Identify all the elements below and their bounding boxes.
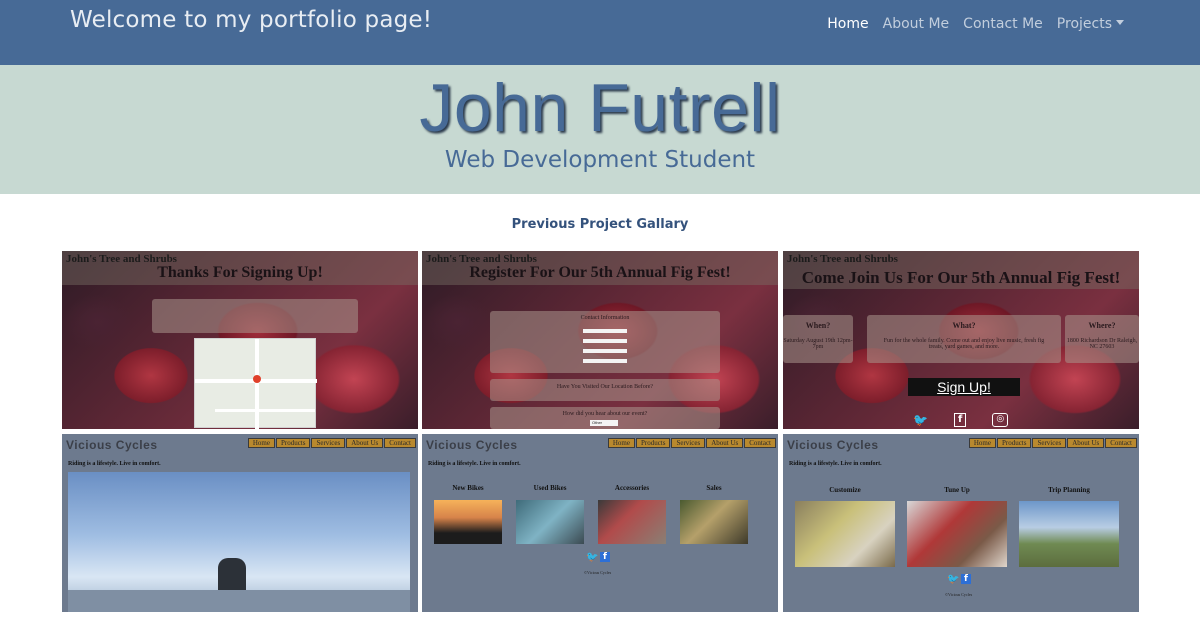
sales-image bbox=[680, 500, 748, 544]
trip-planning-image bbox=[1019, 501, 1119, 567]
cycles-nav: Home Products Services About Us Contact bbox=[968, 438, 1137, 448]
where-heading: Where? bbox=[1088, 321, 1116, 330]
when-heading: When? bbox=[805, 321, 831, 330]
map-pin-icon bbox=[253, 375, 261, 383]
cycles-nav-services[interactable]: Services bbox=[671, 438, 706, 448]
hero-photo-cyclist bbox=[68, 472, 410, 612]
phone-input[interactable] bbox=[583, 359, 627, 363]
project-tile-cycles-home[interactable]: Vicious Cycles Home Products Services Ab… bbox=[62, 434, 418, 612]
nav-projects-label: Projects bbox=[1056, 16, 1112, 32]
cycles-nav: Home Products Services About Us Contact bbox=[247, 438, 416, 448]
hero-subtitle: Web Development Student bbox=[444, 147, 756, 173]
cycles-logo: Vicious Cycles bbox=[426, 438, 518, 452]
col-trip-planning: Trip Planning bbox=[1048, 486, 1090, 494]
facebook-icon[interactable]: f bbox=[961, 574, 971, 584]
nav-link-home[interactable]: Home bbox=[827, 16, 868, 32]
mountain-range bbox=[68, 590, 410, 612]
cycles-footer: ©Vicious Cycles bbox=[584, 570, 612, 575]
nav-link-about-me[interactable]: About Me bbox=[883, 16, 950, 32]
used-bikes-image bbox=[516, 500, 584, 544]
cycles-logo: Vicious Cycles bbox=[787, 438, 879, 452]
col-sales: Sales bbox=[706, 484, 722, 492]
cycles-nav-about-us[interactable]: About Us bbox=[706, 438, 744, 448]
cycles-nav-contact[interactable]: Contact bbox=[384, 438, 416, 448]
map-image bbox=[194, 338, 317, 429]
customize-image bbox=[795, 501, 895, 567]
facebook-icon[interactable]: f bbox=[953, 413, 967, 427]
cycles-tagline: Riding is a lifestyle. Live in comfort. bbox=[428, 461, 521, 467]
col-tune-up: Tune Up bbox=[944, 486, 970, 494]
col-new-bikes: New Bikes bbox=[452, 484, 484, 492]
tune-up-image bbox=[907, 501, 1007, 567]
tile-title: Register For Our 5th Annual Fig Fest! bbox=[469, 264, 731, 281]
nav-links: Home About Me Contact Me Projects bbox=[827, 16, 1124, 32]
email-input[interactable] bbox=[583, 349, 627, 353]
cycles-nav-products[interactable]: Products bbox=[996, 438, 1032, 448]
what-panel: What? Fun for the whole family. Come out… bbox=[867, 315, 1061, 363]
cycles-nav-contact[interactable]: Contact bbox=[744, 438, 776, 448]
accessories-image bbox=[598, 500, 666, 544]
cycles-logo: Vicious Cycles bbox=[66, 438, 158, 452]
twitter-icon[interactable]: 🐦 bbox=[947, 574, 959, 585]
twitter-icon[interactable]: 🐦 bbox=[913, 413, 928, 427]
project-tile-thanks-signup[interactable]: John's Tree and Shrubs Thanks For Signin… bbox=[62, 251, 418, 429]
sign-up-button[interactable]: Sign Up! bbox=[908, 378, 1020, 396]
where-panel: Where? 1800 Richardson Dr Raleigh, NC 27… bbox=[1065, 315, 1139, 363]
tile-title: Thanks For Signing Up! bbox=[157, 264, 323, 281]
caret-down-icon bbox=[1116, 20, 1124, 25]
address-input[interactable] bbox=[583, 339, 627, 343]
cycles-nav-products[interactable]: Products bbox=[635, 438, 671, 448]
top-navbar: Welcome to my portfolio page! Home About… bbox=[0, 0, 1200, 65]
visited-question: Have You Visited Our Location Before? bbox=[556, 384, 654, 390]
hero-banner: John Futrell Web Development Student bbox=[0, 65, 1200, 194]
when-panel: When? Saturday August 19th 12pm-7pm bbox=[783, 315, 853, 363]
gallery-title: Previous Project Gallary bbox=[511, 217, 689, 232]
tile-title: Come Join Us For Our 5th Annual Fig Fest… bbox=[801, 268, 1121, 287]
name-input[interactable] bbox=[583, 329, 627, 333]
form-heading: Contact Information bbox=[580, 315, 630, 321]
cycles-tagline: Riding is a lifestyle. Live in comfort. bbox=[789, 461, 882, 467]
cycles-nav-products[interactable]: Products bbox=[275, 438, 311, 448]
project-tile-come-join[interactable]: John's Tree and Shrubs Come Join Us For … bbox=[783, 251, 1139, 429]
col-customize: Customize bbox=[829, 486, 861, 494]
navbar-brand[interactable]: Welcome to my portfolio page! bbox=[70, 7, 432, 33]
nav-dropdown-projects[interactable]: Projects bbox=[1057, 16, 1124, 32]
tile-logo: John's Tree and Shrubs bbox=[787, 253, 898, 265]
cycles-nav: Home Products Services About Us Contact bbox=[607, 438, 776, 448]
when-text: Saturday August 19th 12pm-7pm bbox=[783, 338, 853, 350]
cycles-nav-about-us[interactable]: About Us bbox=[1067, 438, 1105, 448]
hero-name: John Futrell bbox=[419, 70, 781, 146]
cycles-nav-about-us[interactable]: About Us bbox=[346, 438, 384, 448]
project-tile-cycles-services[interactable]: Vicious Cycles Home Products Services Ab… bbox=[783, 434, 1139, 612]
new-bikes-image bbox=[434, 500, 502, 544]
hear-about-select[interactable]: Other bbox=[590, 420, 618, 426]
instagram-icon[interactable]: ◎ bbox=[992, 413, 1009, 427]
where-text: 1800 Richardson Dr Raleigh, NC 27603 bbox=[1066, 338, 1138, 350]
social-icons: 🐦 f ◎ bbox=[913, 413, 1009, 427]
col-used-bikes: Used Bikes bbox=[533, 484, 567, 492]
cycles-tagline: Riding is a lifestyle. Live in comfort. bbox=[68, 461, 161, 467]
cycles-footer: ©Vicious Cycles bbox=[945, 592, 973, 597]
project-tile-cycles-products[interactable]: Vicious Cycles Home Products Services Ab… bbox=[422, 434, 778, 612]
twitter-icon[interactable]: 🐦 bbox=[586, 552, 598, 563]
cycles-nav-services[interactable]: Services bbox=[311, 438, 346, 448]
cycles-nav-contact[interactable]: Contact bbox=[1105, 438, 1137, 448]
nav-link-contact-me[interactable]: Contact Me bbox=[963, 16, 1043, 32]
cycles-nav-home[interactable]: Home bbox=[247, 438, 275, 448]
cycles-nav-services[interactable]: Services bbox=[1032, 438, 1067, 448]
cycles-nav-home[interactable]: Home bbox=[607, 438, 635, 448]
cycles-nav-home[interactable]: Home bbox=[968, 438, 996, 448]
confirmation-panel bbox=[152, 299, 358, 333]
hear-about-question: How did you hear about our event? bbox=[562, 411, 648, 417]
col-accessories: Accessories bbox=[614, 484, 650, 492]
project-tile-register[interactable]: John's Tree and Shrubs Register For Our … bbox=[422, 251, 778, 429]
hear-about-panel: How did you hear about our event? Other bbox=[490, 407, 720, 429]
what-heading: What? bbox=[952, 321, 976, 330]
what-text: Fun for the whole family. Come out and e… bbox=[883, 338, 1045, 350]
visited-question-panel: Have You Visited Our Location Before? bbox=[490, 379, 720, 401]
facebook-icon[interactable]: f bbox=[600, 552, 610, 562]
contact-form-panel: Contact Information bbox=[490, 311, 720, 373]
